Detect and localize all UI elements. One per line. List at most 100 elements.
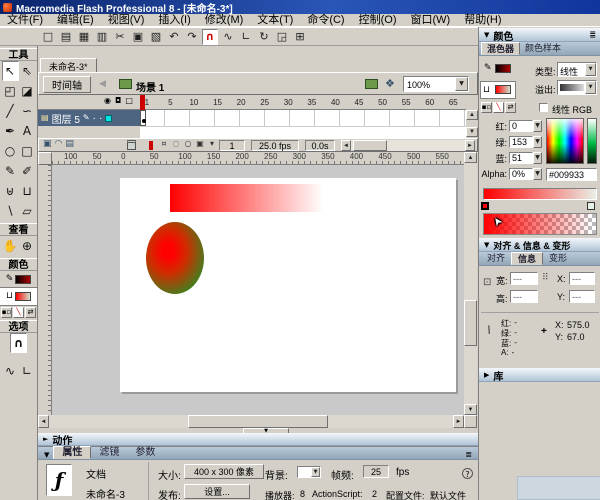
frame-rate-input[interactable]: 25 xyxy=(363,465,389,478)
layer-name[interactable]: 图层 5 xyxy=(52,111,80,126)
rectangle-tool[interactable]: □ xyxy=(19,141,36,161)
gradient-rectangle-shape[interactable] xyxy=(170,184,330,212)
title-bar[interactable]: Macromedia Flash Professional 8 - [未命名-3… xyxy=(0,0,600,14)
chevron-down-icon[interactable]: ▼ xyxy=(533,120,542,132)
chevron-down-icon[interactable]: ▼ xyxy=(455,77,468,91)
gradient-type-dropdown[interactable]: 线性 ▼ xyxy=(557,62,597,77)
menu-item[interactable]: 窗口(W) xyxy=(404,14,458,27)
gradient-oval-shape[interactable] xyxy=(146,222,204,294)
oval-tool[interactable]: ○ xyxy=(2,141,19,161)
color-picker-area[interactable] xyxy=(546,118,584,164)
brush-tool[interactable]: ✐ xyxy=(19,161,36,181)
eraser-tool[interactable]: ▱ xyxy=(19,201,36,221)
menu-item[interactable]: 控制(O) xyxy=(352,14,404,27)
timeline-scroll-left-icon[interactable]: ◄ xyxy=(341,140,351,151)
redo-icon[interactable]: ↷ xyxy=(184,29,200,45)
pencil-tool[interactable]: ✎ xyxy=(2,161,19,181)
scroll-down-icon[interactable]: ▼ xyxy=(464,404,477,415)
channel-value-field[interactable]: 153 xyxy=(509,136,533,148)
fill-color-control[interactable]: ⊔ xyxy=(0,288,37,305)
swap-colors-button[interactable]: ⇄ xyxy=(505,102,516,113)
chevron-down-icon[interactable]: ▼ xyxy=(585,81,596,94)
new-document-icon[interactable]: □ xyxy=(40,29,56,45)
lasso-tool[interactable]: ∽ xyxy=(19,101,36,121)
panel-menu-icon[interactable]: ≣ xyxy=(465,451,472,459)
hand-tool[interactable]: ✋ xyxy=(2,236,19,256)
keyframe-cell[interactable] xyxy=(140,110,146,126)
registration-grid-icon[interactable]: ⠿ xyxy=(542,274,549,283)
height-field[interactable]: --- xyxy=(510,290,538,303)
save-icon[interactable]: ▦ xyxy=(76,29,92,45)
align-info-tab[interactable]: 信息 xyxy=(511,252,543,265)
menu-item[interactable]: 视图(V) xyxy=(101,14,152,27)
x-field[interactable]: --- xyxy=(569,272,595,285)
stroke-color-control[interactable]: ✎ xyxy=(0,271,37,288)
property-tab[interactable]: 滤镜 xyxy=(91,447,127,458)
line-tool[interactable]: ╱ xyxy=(2,101,19,121)
frame-rate-field[interactable]: 25.0 fps xyxy=(251,140,299,151)
channel-value-field[interactable]: 51 xyxy=(509,152,533,164)
lock-layers-icon[interactable]: ◘ xyxy=(115,97,121,105)
no-color-button[interactable]: ╲ xyxy=(13,307,24,318)
publish-settings-button[interactable]: 设置... xyxy=(184,484,250,499)
color-panel-tab[interactable]: 颜色样本 xyxy=(520,42,566,55)
show-hide-layers-icon[interactable]: ◉ xyxy=(104,97,111,105)
menu-item[interactable]: 文本(T) xyxy=(250,14,300,27)
edit-multiple-frames-button[interactable]: ▣ xyxy=(195,140,205,148)
insert-layer-folder-button[interactable]: ▤ xyxy=(65,140,74,149)
selection-tool[interactable]: ↖ xyxy=(2,61,19,81)
current-frame-field[interactable]: 1 xyxy=(219,140,245,151)
snap-to-objects-button[interactable]: ∩ xyxy=(10,333,27,353)
collapse-triangle-icon[interactable]: ▼ xyxy=(484,242,489,249)
default-colors-button[interactable]: ▪▫ xyxy=(481,102,492,113)
help-icon[interactable]: ? xyxy=(462,468,473,479)
property-tab[interactable]: 参数 xyxy=(127,447,163,458)
gradient-transform-tool[interactable]: ◪ xyxy=(19,81,36,101)
menu-item[interactable]: 编辑(E) xyxy=(50,14,101,27)
pencil-icon[interactable]: ✎ xyxy=(484,64,492,73)
pasteboard[interactable] xyxy=(52,165,464,415)
add-motion-guide-button[interactable]: ◠ xyxy=(55,140,63,149)
zoom-tool[interactable]: ⊕ xyxy=(19,236,36,256)
hex-color-field[interactable]: #009933 xyxy=(546,168,597,181)
layer-lock-dot[interactable]: · xyxy=(99,113,102,124)
ink-bottle-tool[interactable]: ⊎ xyxy=(2,181,19,201)
paste-icon[interactable]: ▧ xyxy=(148,29,164,45)
undo-icon[interactable]: ↶ xyxy=(166,29,182,45)
vertical-scrollbar-thumb[interactable] xyxy=(464,300,477,346)
edit-symbols-icon[interactable]: ❖ xyxy=(385,78,395,89)
gradient-stop-left[interactable] xyxy=(481,202,489,210)
edit-scene-icon[interactable] xyxy=(365,79,378,89)
insert-layer-button[interactable]: ▣ xyxy=(43,140,52,149)
scroll-right-icon[interactable]: ► xyxy=(453,415,464,428)
collapse-triangle-icon[interactable]: ▼ xyxy=(44,452,49,459)
document-size-button[interactable]: 400 x 300 像素 xyxy=(184,464,264,479)
menu-item[interactable]: 修改(M) xyxy=(198,14,251,27)
layer-outline-swatch[interactable] xyxy=(105,115,112,122)
menu-item[interactable]: 命令(C) xyxy=(300,14,351,27)
gradient-definition-bar[interactable] xyxy=(483,188,597,200)
pen-tool[interactable]: ✒ xyxy=(2,121,19,141)
frames-empty-area[interactable] xyxy=(140,126,466,138)
timeline-scroll-right-icon[interactable]: ► xyxy=(465,140,475,151)
align-info-panel-header[interactable]: ▼ 对齐 & 信息 & 变形 xyxy=(479,238,600,252)
text-tool[interactable]: A xyxy=(19,121,36,141)
document-tab[interactable]: 未命名-3* xyxy=(40,58,97,73)
chevron-down-icon[interactable]: ▼ xyxy=(585,63,596,76)
stroke-color-swatch[interactable] xyxy=(495,64,511,73)
chevron-down-icon[interactable]: ▼ xyxy=(533,152,542,164)
library-panel-header[interactable]: ▶ 库 xyxy=(479,368,600,382)
timeline-scroll-down-icon[interactable]: ▼ xyxy=(466,127,478,137)
back-arrow-icon[interactable]: ◀ xyxy=(99,80,106,89)
align-icon[interactable]: ⊞ xyxy=(292,29,308,45)
smooth-button[interactable]: ∿ xyxy=(2,361,19,381)
timeline-scrollbar-track[interactable] xyxy=(351,140,465,151)
horizontal-scrollbar[interactable]: ◄ ► xyxy=(38,415,464,428)
vertical-scrollbar[interactable]: ▲ ▼ xyxy=(464,152,477,415)
stroke-color-swatch[interactable] xyxy=(15,275,31,284)
straighten-icon[interactable]: ∟ xyxy=(238,29,254,45)
expand-triangle-icon[interactable]: ▶ xyxy=(484,372,489,379)
open-icon[interactable]: ▤ xyxy=(58,29,74,45)
property-tab[interactable]: 属性 xyxy=(53,446,91,459)
scale-icon[interactable]: ◲ xyxy=(274,29,290,45)
